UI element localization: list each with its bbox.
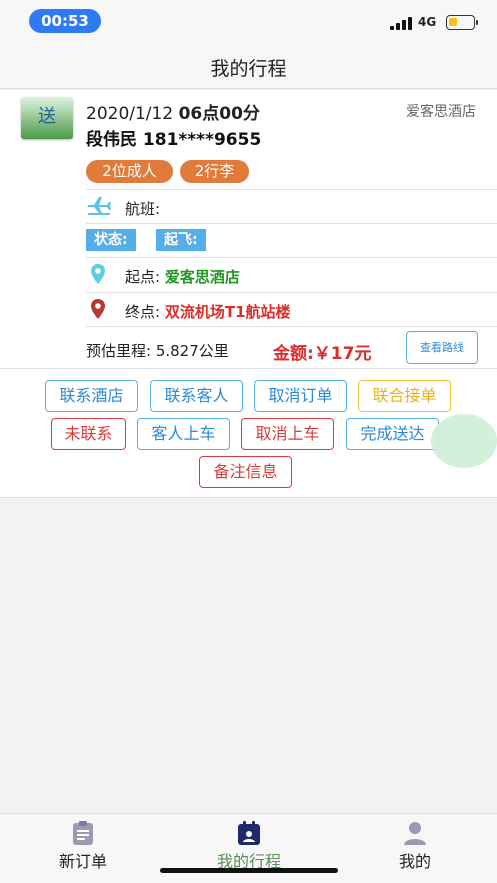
- origin-label: 起点:: [125, 268, 161, 286]
- complete-delivery-button[interactable]: 完成送达: [346, 418, 439, 450]
- adults-tag: 2位成人: [86, 160, 173, 183]
- network-type: 4G: [418, 15, 437, 29]
- not-contacted-button[interactable]: 未联系: [51, 418, 126, 450]
- contact-guest-button[interactable]: 联系客人: [150, 380, 243, 412]
- home-indicator: [160, 868, 338, 873]
- nav-bar: 我的行程: [0, 44, 497, 89]
- status-time: 00:53: [29, 9, 101, 33]
- tab-mine[interactable]: 我的: [332, 814, 497, 883]
- divider: [86, 189, 497, 190]
- order-date: 2020/1/12: [86, 104, 174, 124]
- divider: [86, 326, 497, 327]
- order-time: 06点00分: [178, 104, 260, 124]
- signal-icon: [390, 17, 412, 30]
- takeoff-label: 起飞:: [156, 229, 206, 251]
- page-title: 我的行程: [210, 58, 287, 80]
- tab-label: 新订单: [58, 852, 107, 871]
- passenger-info: 段伟民 181****9655: [86, 130, 262, 150]
- airplane-icon: [88, 197, 111, 215]
- user-icon: [404, 822, 426, 845]
- origin-pin-icon: [91, 264, 105, 284]
- contact-hotel-button[interactable]: 联系酒店: [45, 380, 138, 412]
- destination-pin-icon: [91, 299, 105, 319]
- clipboard-icon: [73, 821, 93, 845]
- divider: [0, 368, 497, 369]
- guest-boarded-button[interactable]: 客人上车: [137, 418, 230, 450]
- flight-row: 航班:: [125, 198, 160, 219]
- remarks-button[interactable]: 备注信息: [199, 456, 292, 488]
- status-bar: 00:53 4G: [0, 0, 497, 44]
- destination-label: 终点:: [125, 303, 161, 321]
- trip-type-badge: 送: [21, 97, 73, 139]
- destination-value: 双流机场T1航站楼: [164, 303, 291, 321]
- order-amount: 金额:￥17元: [273, 344, 372, 364]
- tab-label: 我的: [398, 852, 431, 871]
- divider: [86, 292, 497, 293]
- origin-row: 起点: 爱客思酒店: [125, 266, 240, 287]
- floating-assistive-button[interactable]: [431, 414, 497, 468]
- divider: [86, 257, 497, 258]
- origin-value: 爱客思酒店: [164, 268, 240, 286]
- order-hotel: 爱客思酒店: [406, 104, 476, 120]
- battery-icon: [446, 15, 478, 30]
- order-datetime: 2020/1/12 06点00分: [86, 99, 260, 124]
- divider: [86, 223, 497, 224]
- destination-row: 终点: 双流机场T1航站楼: [125, 301, 291, 322]
- tab-new-orders[interactable]: 新订单: [0, 814, 166, 883]
- cancel-order-button[interactable]: 取消订单: [254, 380, 347, 412]
- calendar-icon: [238, 821, 260, 845]
- cancel-boarding-button[interactable]: 取消上车: [241, 418, 334, 450]
- luggage-tag: 2行李: [180, 160, 249, 183]
- flight-label: 航班:: [125, 200, 161, 218]
- view-route-button[interactable]: 查看路线: [406, 331, 478, 364]
- joint-pickup-button[interactable]: 联合接单: [358, 380, 451, 412]
- status-label: 状态:: [86, 229, 136, 251]
- estimated-mileage: 预估里程: 5.827公里: [86, 342, 229, 360]
